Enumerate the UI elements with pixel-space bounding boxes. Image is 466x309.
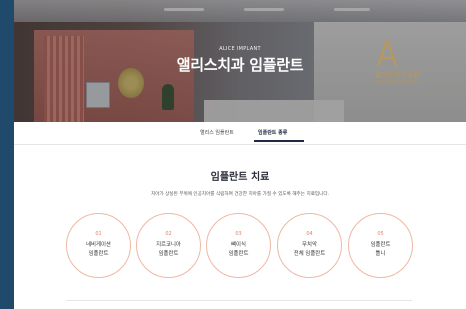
item-number: 03	[235, 231, 242, 237]
item-number: 05	[377, 231, 384, 237]
item-label: 무치악	[302, 242, 317, 248]
item-label: 전체 임플란트	[293, 251, 326, 257]
item-number: 02	[165, 231, 172, 237]
item-label: 네비게이션	[86, 242, 111, 248]
item-label: 뼈이식	[231, 242, 246, 248]
tab-implant-types[interactable]: 임플란트 종류	[258, 129, 287, 136]
item-label: 지르코니아	[156, 242, 181, 248]
sub-nav-tabs: 앨리스 임플란트 임플란트 종류	[14, 122, 466, 145]
section-divider	[66, 300, 412, 301]
section-title: 임플란트 치료	[210, 172, 270, 183]
item-label: 임플란트	[88, 251, 109, 257]
item-label: 임플란트	[158, 251, 179, 257]
implant-type-navigation[interactable]: 01 네비게이션 임플란트	[66, 213, 131, 278]
hero-title: 앨리스치과 임플란트	[176, 56, 304, 74]
item-label: 임플란트	[370, 242, 391, 248]
implant-type-zirconia[interactable]: 02 지르코니아 임플란트	[136, 213, 201, 278]
section-description: 치아가 상실된 부위에 인공치아를 식립하여 건강한 치아를 가질 수 있도록 …	[150, 192, 330, 197]
page-frame: 앨리스치과의원 ALICE DENTAL CLINIC ALICE IMPLAN…	[14, 0, 466, 309]
hero-banner: 앨리스치과의원 ALICE DENTAL CLINIC ALICE IMPLAN…	[14, 0, 466, 122]
hero-eyebrow: ALICE IMPLANT	[219, 46, 261, 52]
item-number: 04	[306, 231, 313, 237]
clinic-logo-subtext: ALICE DENTAL CLINIC	[375, 80, 419, 84]
tab-alice-implant[interactable]: 앨리스 임플란트	[200, 129, 234, 136]
item-label: 임플란트	[228, 251, 249, 257]
implant-type-full-arch[interactable]: 04 무치악 전체 임플란트	[277, 213, 342, 278]
implant-type-bone-graft[interactable]: 03 뼈이식 임플란트	[206, 213, 271, 278]
active-tab-indicator	[254, 140, 304, 142]
item-label: 틀니	[375, 251, 386, 257]
implant-type-denture[interactable]: 05 임플란트 틀니	[348, 213, 413, 278]
item-number: 01	[95, 231, 102, 237]
